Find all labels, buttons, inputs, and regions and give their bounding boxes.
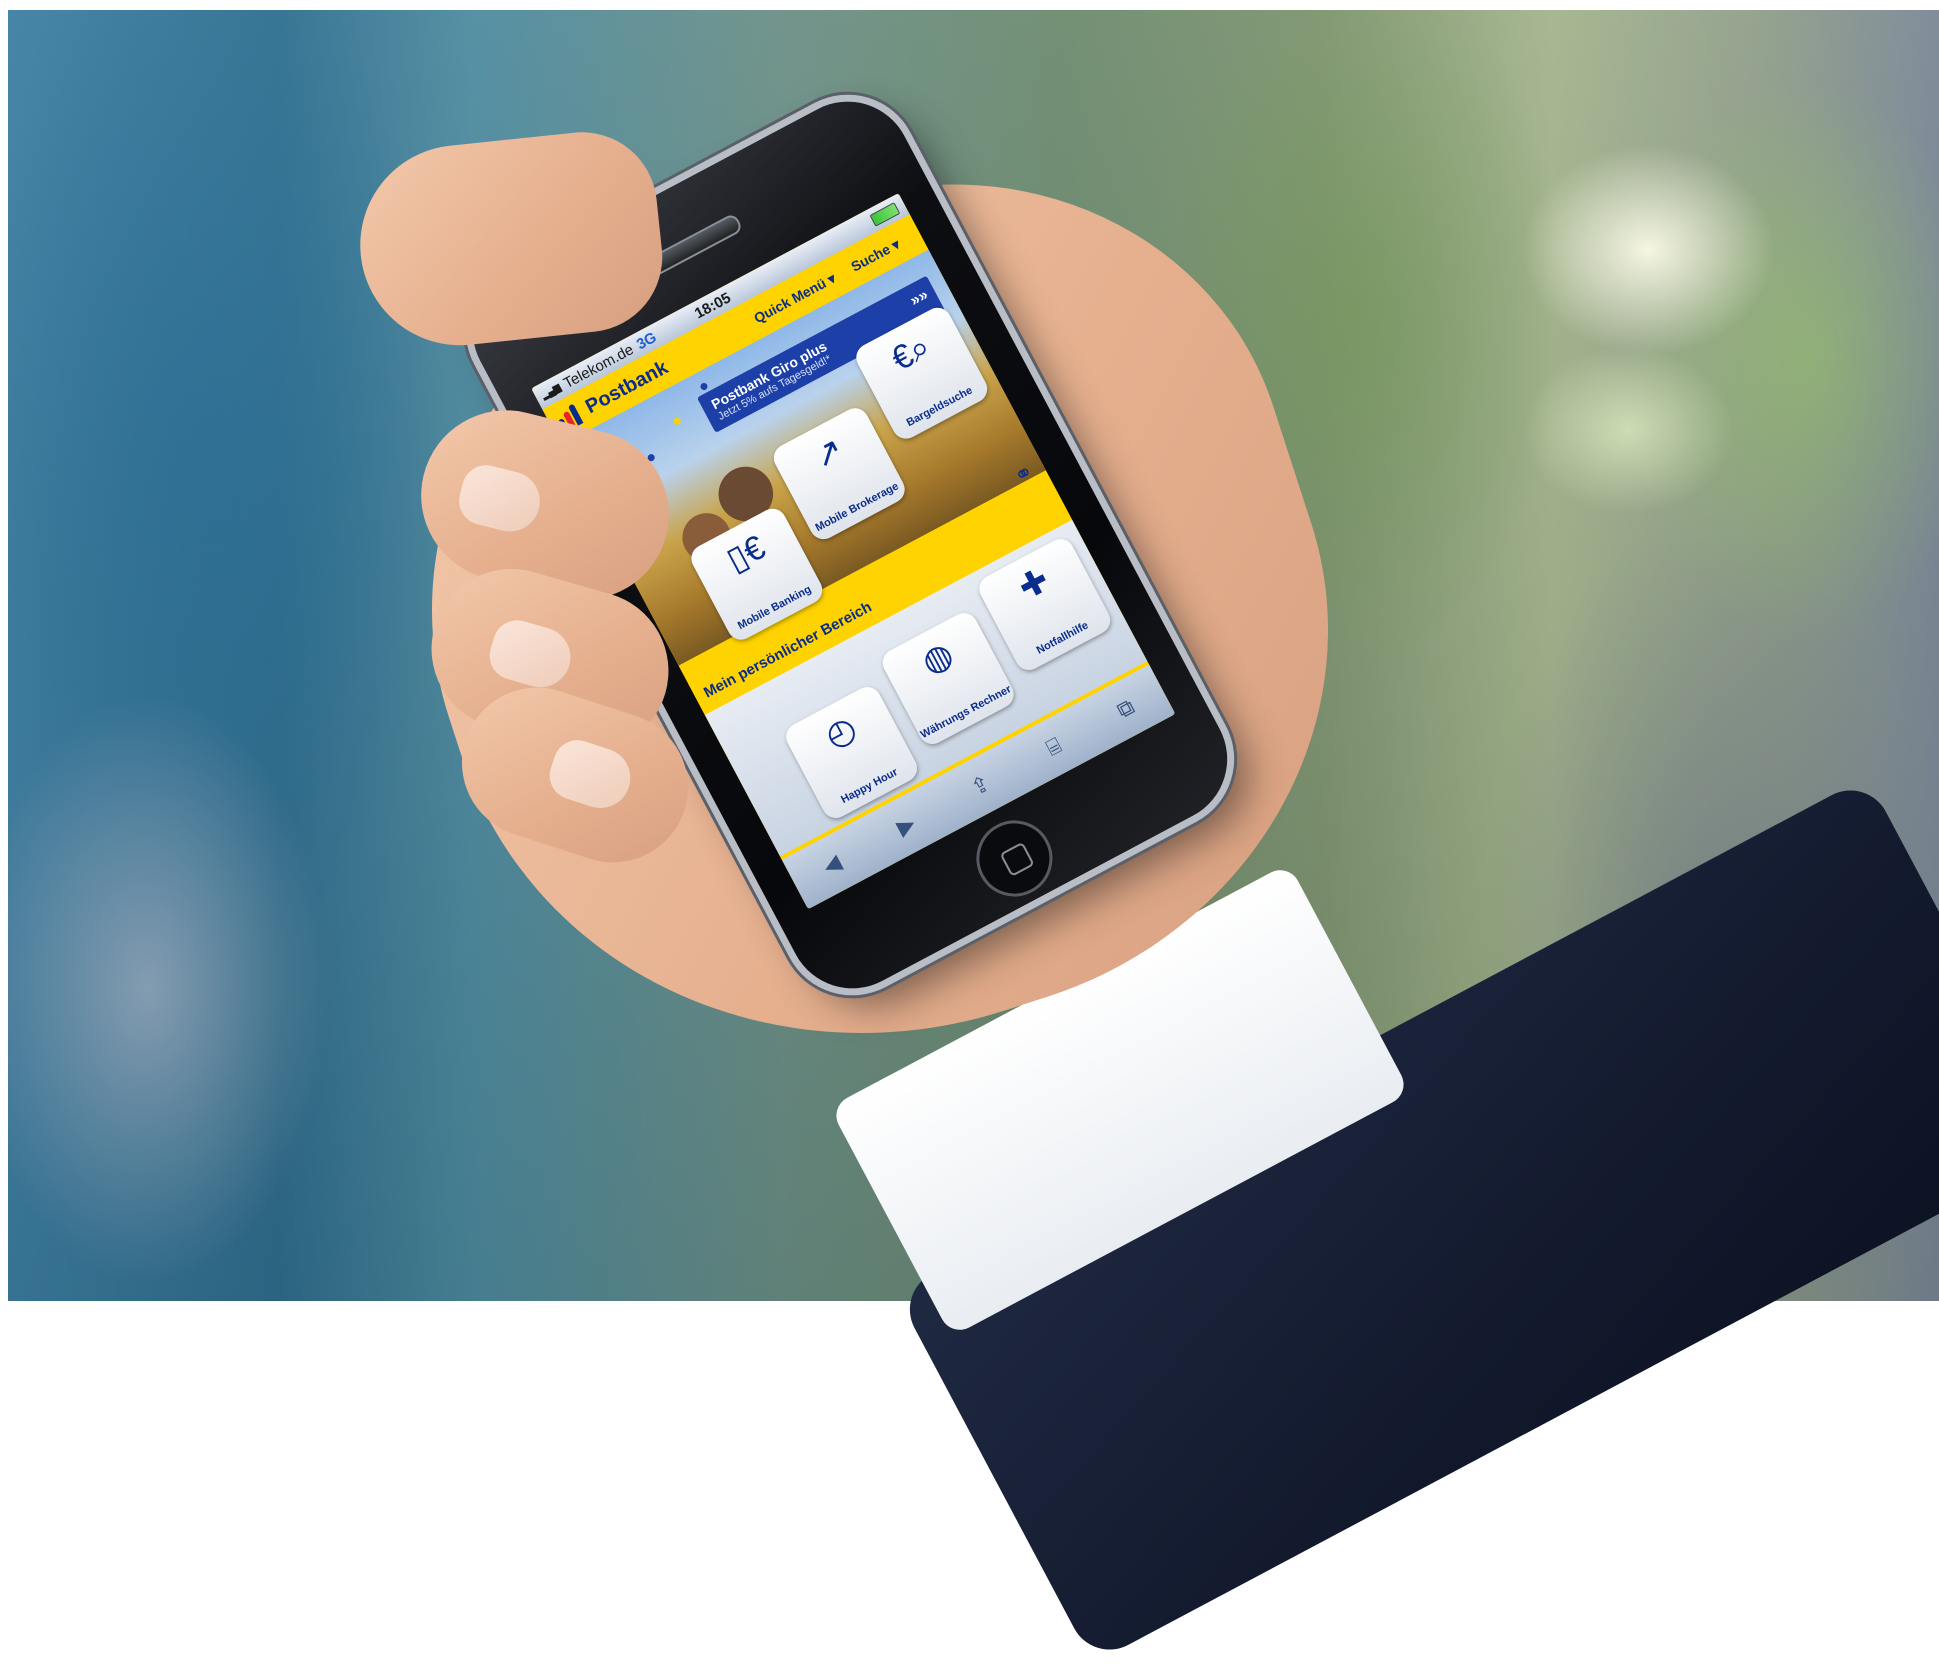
chart-arrow-icon: ↗	[806, 429, 850, 477]
globe-icon: ◍	[915, 634, 960, 682]
back-icon[interactable]: ◀	[818, 849, 845, 880]
phone-euro-icon: ▯€	[720, 528, 772, 580]
cross-icon: ✚	[1012, 560, 1056, 608]
fingernail	[454, 460, 547, 538]
bookmarks-icon[interactable]: ⌸	[1042, 732, 1066, 761]
forward-icon[interactable]: ▶	[892, 810, 919, 841]
euro-magnifier-icon: €⌕	[885, 327, 937, 379]
tile-label: Happy Hour	[839, 766, 900, 807]
share-icon[interactable]: ⇪	[967, 770, 995, 802]
fingernail	[484, 614, 578, 695]
clock-icon: ◴	[818, 708, 863, 756]
tabs-icon[interactable]: ⧉	[1113, 694, 1139, 724]
signal-icon: ▂▄▆	[539, 382, 562, 401]
fingernail	[543, 733, 639, 816]
